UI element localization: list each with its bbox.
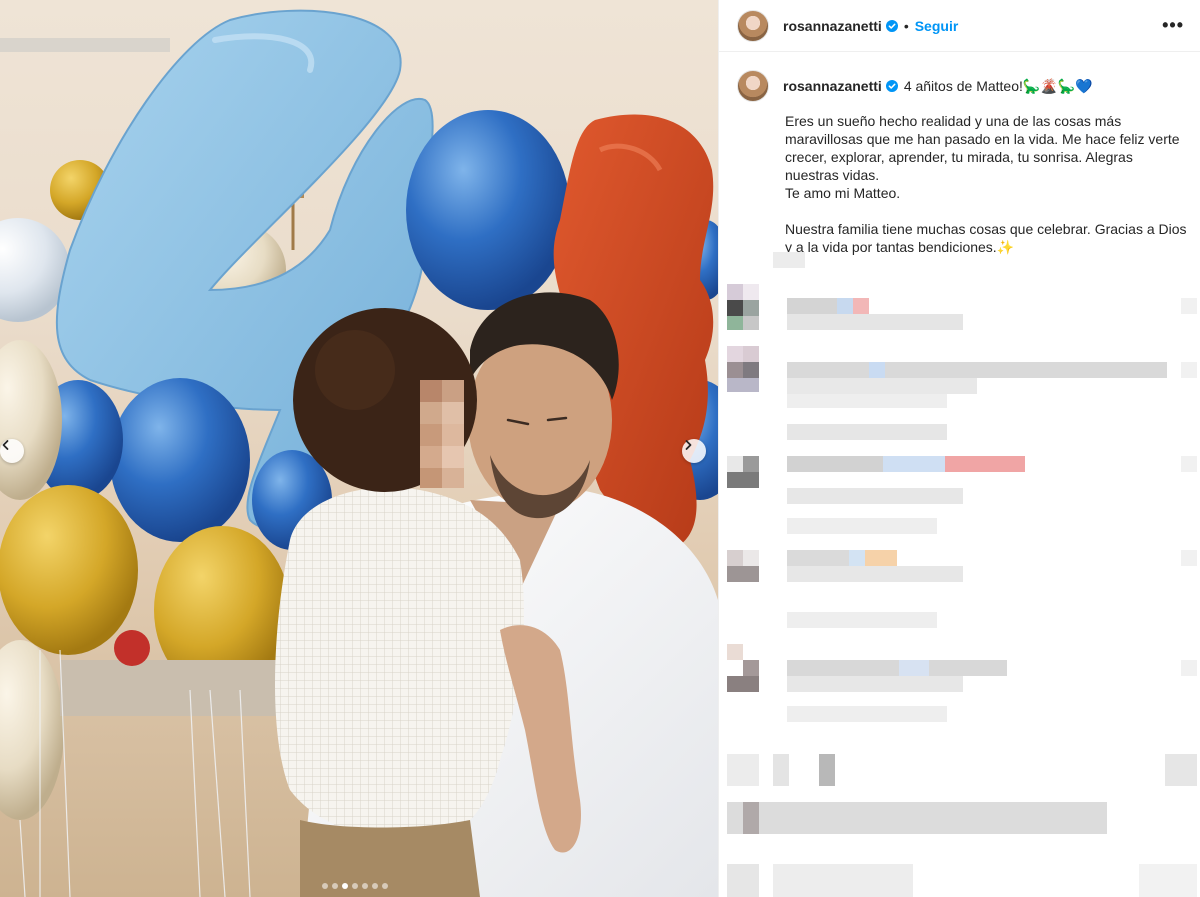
carousel-dot: [372, 883, 378, 889]
verified-badge-icon: [885, 80, 898, 92]
chevron-right-icon: [685, 440, 692, 450]
post-photo: [0, 0, 718, 897]
carousel-dot: [382, 883, 388, 889]
carousel-next-button[interactable]: [682, 439, 706, 463]
carousel-dot: [332, 883, 338, 889]
carousel-prev-button[interactable]: [0, 439, 24, 463]
caption-paragraph: Eres un sueño hecho realidad y una de la…: [785, 113, 1180, 201]
avatar[interactable]: [737, 9, 769, 42]
blurred-comment-meta: [773, 252, 805, 268]
username-link[interactable]: rosannazanetti: [783, 18, 882, 34]
carousel-dot: [362, 883, 368, 889]
carousel-dot: [342, 883, 348, 889]
carousel-dot: [352, 883, 358, 889]
pixelated-face: [420, 380, 464, 488]
follow-button[interactable]: Seguir: [915, 18, 959, 34]
caption-paragraph: Nuestra familia tiene muchas cosas que c…: [785, 221, 1187, 255]
chevron-left-icon: [2, 440, 9, 450]
post-details-panel: rosannazanetti • Seguir ••• rosannazanet…: [718, 0, 1200, 897]
separator-dot: •: [903, 17, 909, 34]
carousel-dot: [322, 883, 328, 889]
caption-body: Eres un sueño hecho realidad y una de la…: [785, 112, 1187, 256]
post-header: rosannazanetti • Seguir •••: [719, 0, 1200, 52]
avatar[interactable]: [737, 70, 769, 102]
more-options-icon[interactable]: •••: [1162, 15, 1184, 36]
caption-title: 4 añitos de Matteo!🦕🌋🦕💙: [903, 77, 1093, 94]
post-caption: rosannazanetti 4 añitos de Matteo!🦕🌋🦕💙 E…: [737, 70, 1187, 256]
carousel-dots: [322, 883, 388, 889]
photo-scene: [0, 9, 718, 897]
caption-username-link[interactable]: rosannazanetti: [783, 78, 882, 94]
verified-badge-icon: [885, 19, 898, 32]
